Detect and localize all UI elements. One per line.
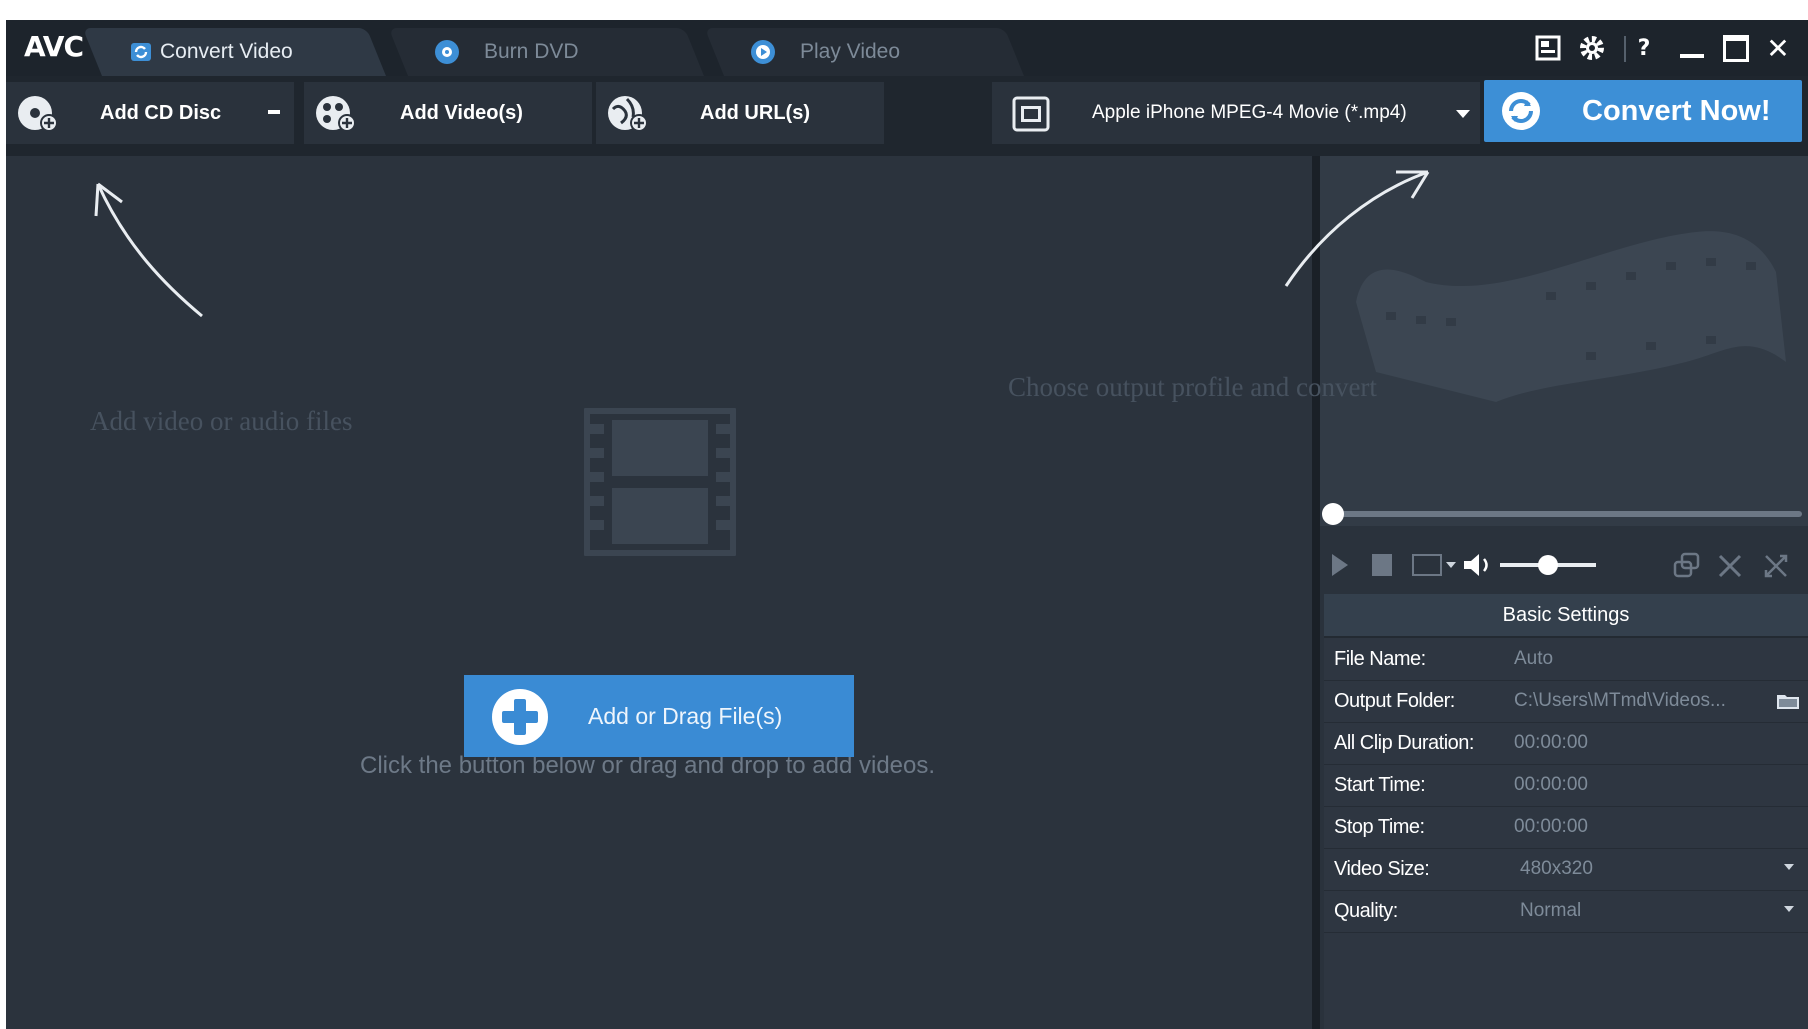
- refresh-icon: [1500, 90, 1542, 132]
- globe-add-icon: [602, 88, 652, 138]
- tab-label: Convert Video: [160, 40, 293, 63]
- chevron-down-icon[interactable]: [1784, 864, 1794, 870]
- chevron-down-icon[interactable]: [1446, 562, 1456, 568]
- tab-convert-video[interactable]: Convert Video: [82, 28, 386, 76]
- add-or-drag-files-button[interactable]: Add or Drag File(s): [464, 675, 854, 757]
- cd-add-icon: [12, 88, 62, 138]
- tab-burn-dvd[interactable]: Burn DVD: [388, 28, 704, 76]
- settings-gear-icon[interactable]: [1574, 30, 1610, 66]
- stop-button[interactable]: [1372, 554, 1392, 576]
- convert-now-button[interactable]: Convert Now!: [1484, 80, 1802, 142]
- close-icon[interactable]: ✕: [1760, 30, 1796, 66]
- file-list-area[interactable]: Add video or audio files Click the butto…: [6, 156, 1312, 1029]
- setting-key: File Name:: [1334, 648, 1426, 670]
- tab-label: Play Video: [800, 40, 901, 63]
- film-strip-icon: [584, 408, 736, 556]
- add-files-label: Add or Drag File(s): [588, 702, 783, 729]
- setting-key: Start Time:: [1334, 774, 1426, 796]
- tab-play-video[interactable]: Play Video: [704, 28, 1024, 76]
- volume-icon[interactable]: [1462, 552, 1496, 578]
- setting-value[interactable]: Normal: [1520, 900, 1758, 922]
- setting-key: Quality:: [1334, 900, 1398, 922]
- settings-row-all-clip-duration[interactable]: All Clip Duration: 00:00:00: [1324, 722, 1808, 765]
- chevron-down-icon[interactable]: [1784, 906, 1794, 912]
- hint-arrow-right-icon: [1284, 170, 1430, 287]
- maximize-icon[interactable]: [1718, 30, 1754, 66]
- setting-key: Output Folder:: [1334, 690, 1455, 712]
- setting-key: Video Size:: [1334, 858, 1430, 880]
- copy-window-icon[interactable]: [1672, 552, 1702, 580]
- seek-handle[interactable]: [1322, 503, 1344, 525]
- setting-key: All Clip Duration:: [1334, 732, 1474, 754]
- hint-choose-profile: Choose output profile and convert: [1008, 372, 1377, 402]
- profile-device-icon: [1012, 96, 1050, 132]
- settings-row-stop-time[interactable]: Stop Time: 00:00:00: [1324, 806, 1808, 849]
- add-url-button[interactable]: Add URL(s): [596, 82, 884, 144]
- volume-handle[interactable]: [1538, 555, 1558, 575]
- fullscreen-icon[interactable]: [1716, 552, 1744, 580]
- setting-key: Stop Time:: [1334, 816, 1425, 838]
- minimize-icon[interactable]: [1674, 30, 1710, 66]
- output-profile-dropdown[interactable]: Apple iPhone MPEG-4 Movie (*.mp4): [992, 82, 1480, 144]
- app-logo: AVC: [24, 30, 84, 63]
- seek-track: [1322, 511, 1802, 517]
- convert-label: Convert Now!: [1582, 94, 1771, 127]
- setting-value[interactable]: 00:00:00: [1514, 816, 1752, 838]
- title-bar: AVC Convert Video Burn DVD Play Video ? …: [6, 20, 1808, 76]
- settings-row-file-name[interactable]: File Name: Auto: [1324, 638, 1808, 681]
- convert-icon: [128, 39, 154, 65]
- settings-row-quality[interactable]: Quality: Normal: [1324, 890, 1808, 933]
- hint-add-files: Add video or audio files: [90, 406, 353, 436]
- play-button[interactable]: [1332, 554, 1348, 576]
- setting-value[interactable]: Auto: [1514, 648, 1752, 670]
- skin-icon[interactable]: [1530, 30, 1566, 66]
- settings-row-start-time[interactable]: Start Time: 00:00:00: [1324, 764, 1808, 807]
- setting-value[interactable]: 480x320: [1520, 858, 1758, 880]
- tab-label: Burn DVD: [484, 40, 579, 63]
- setting-value: 00:00:00: [1514, 732, 1588, 753]
- chevron-down-icon: [1456, 110, 1470, 118]
- player-controls: [1320, 540, 1808, 590]
- settings-title: Basic Settings: [1324, 594, 1808, 638]
- profile-label: Apple iPhone MPEG-4 Movie (*.mp4): [1092, 102, 1407, 123]
- add-videos-button[interactable]: Add Video(s): [304, 82, 592, 144]
- add-url-label: Add URL(s): [700, 101, 810, 124]
- setting-value[interactable]: C:\Users\MTmd\Videos...: [1514, 690, 1752, 712]
- play-icon: [750, 39, 776, 65]
- basic-settings-panel: Basic Settings File Name: Auto Output Fo…: [1324, 594, 1808, 1029]
- dropdown-arrow-icon[interactable]: [268, 110, 280, 114]
- film-add-icon: [310, 88, 360, 138]
- settings-row-video-size[interactable]: Video Size: 480x320: [1324, 848, 1808, 891]
- plus-circle-icon: [490, 687, 550, 747]
- snapshot-icon[interactable]: [1412, 554, 1442, 576]
- add-cd-disc-button[interactable]: Add CD Disc: [6, 82, 294, 144]
- add-videos-label: Add Video(s): [400, 101, 523, 124]
- folder-icon[interactable]: [1776, 692, 1800, 710]
- seek-slider[interactable]: [1322, 503, 1802, 525]
- help-icon[interactable]: ?: [1626, 30, 1662, 66]
- settings-row-output-folder[interactable]: Output Folder: C:\Users\MTmd\Videos...: [1324, 680, 1808, 723]
- add-cd-label: Add CD Disc: [100, 101, 222, 124]
- detach-icon[interactable]: [1762, 552, 1790, 580]
- setting-value[interactable]: 00:00:00: [1514, 774, 1752, 796]
- disc-icon: [434, 39, 460, 65]
- app-window: AVC Convert Video Burn DVD Play Video ? …: [6, 20, 1808, 1029]
- hint-arrow-left-icon: [94, 182, 203, 318]
